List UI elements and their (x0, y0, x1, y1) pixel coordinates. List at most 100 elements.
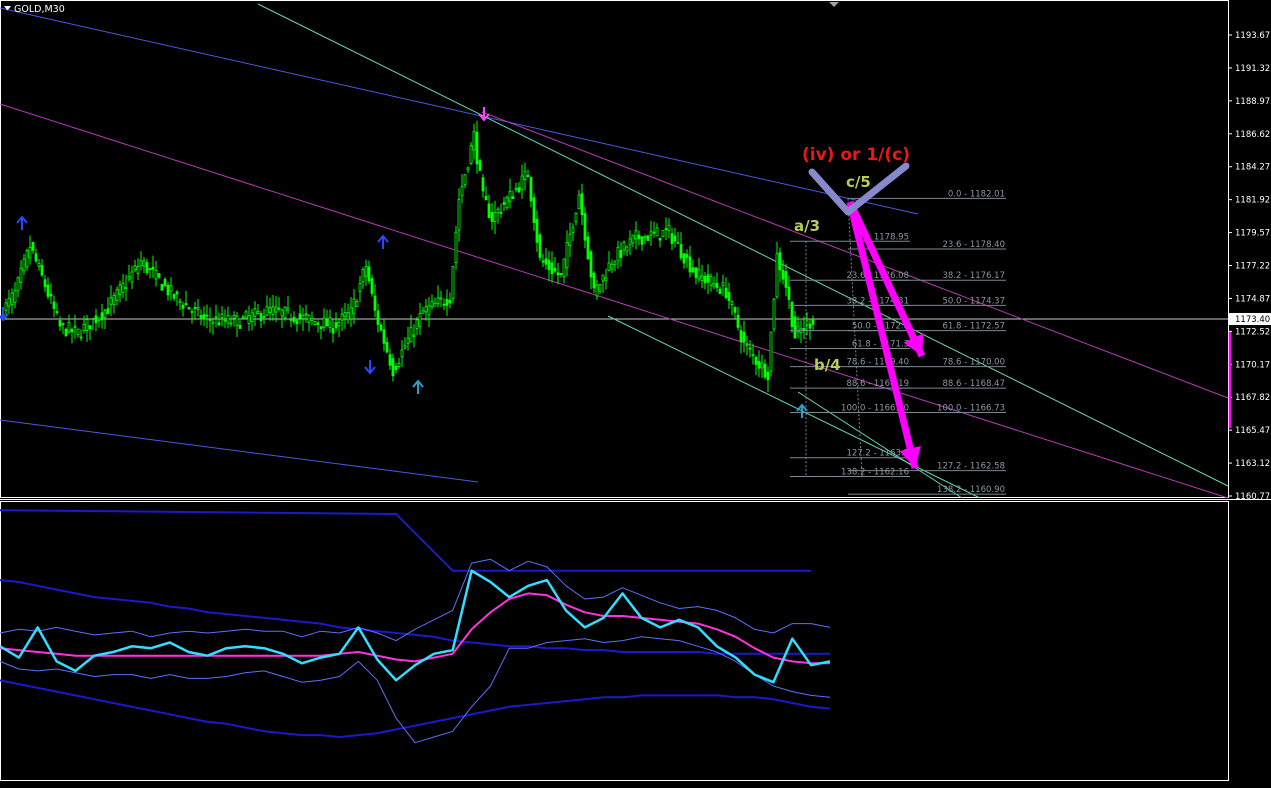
candle-body (250, 312, 254, 322)
candle-body (235, 315, 239, 326)
candle-body (115, 288, 119, 301)
osc-envelope-upper (0, 579, 830, 655)
candle-body (163, 279, 167, 286)
candle-body (496, 208, 500, 213)
candle-body (688, 256, 692, 273)
candle-body (358, 283, 362, 292)
fib-level-label: 88.6 - 1168.19 (846, 379, 909, 389)
fib-level-label: 78.6 - 1169.40 (846, 358, 909, 368)
chart-shift-marker-icon[interactable] (829, 2, 839, 7)
fractal-down-icon (364, 360, 376, 375)
candle-body (28, 246, 32, 259)
candle-body (280, 309, 284, 317)
chart-terminal[interactable]: 0.0 - 1182.01 23.6 - 1178.40 38.2 - 1176.1… (0, 0, 1271, 784)
candle-body (754, 356, 758, 365)
candle-body (628, 238, 632, 246)
candle-body (514, 187, 518, 191)
candle-body (760, 362, 764, 369)
teal-channel-upper[interactable] (257, 3, 1229, 487)
candle-body (394, 365, 398, 371)
candle-body (619, 250, 623, 258)
blue-resistance-line[interactable] (0, 7, 919, 215)
candle-body (4, 302, 8, 311)
candle-body (808, 323, 812, 329)
price-tick-label: 1184.27 (1235, 163, 1270, 173)
candle-body (190, 310, 194, 313)
candle-body (502, 202, 506, 205)
fractal-markers (0, 107, 808, 418)
candle-body (556, 272, 560, 276)
candle-body (499, 212, 503, 214)
candle-body (652, 231, 656, 234)
chart-canvas[interactable]: 0.0 - 1182.01 23.6 - 1178.40 38.2 - 1176.1… (0, 0, 1271, 784)
candle-body (532, 197, 536, 224)
candle-body (346, 312, 350, 321)
candle-body (46, 284, 50, 297)
candle-body (763, 363, 767, 378)
candle-body (379, 324, 383, 331)
candle-body (538, 234, 542, 258)
candle-body (577, 194, 581, 210)
candle-body (187, 306, 191, 310)
wave-label-a3: a/3 (794, 217, 820, 235)
candle-body (166, 284, 170, 296)
candle-body (742, 331, 746, 343)
candle-body (730, 301, 734, 305)
candle-body (433, 302, 437, 307)
candle-body (403, 345, 407, 349)
candle-body (811, 319, 815, 325)
candle-body (232, 315, 236, 319)
candle-body (634, 230, 638, 240)
candle-body (361, 269, 365, 283)
candle-body (487, 203, 491, 218)
candles (1, 120, 815, 393)
candle-body (340, 313, 344, 321)
candle-body (475, 131, 479, 165)
fib-level-label: 50.0 - 1174.37 (942, 296, 1005, 306)
fib-level-label: 100.0 - 1166.73 (937, 403, 1005, 413)
candle-body (586, 236, 590, 260)
candle-body (325, 319, 329, 327)
candle-body (757, 360, 761, 369)
fib-level-label: 23.6 - 1178.40 (942, 240, 1005, 250)
fib-level-label: 127.2 - 1162.58 (937, 462, 1005, 472)
candle-body (553, 267, 557, 272)
candle-body (37, 263, 41, 267)
candle-body (13, 290, 17, 303)
candle-body (64, 328, 68, 337)
price-tick-label: 1193.67 (1235, 31, 1270, 41)
candle-body (490, 212, 494, 222)
candle-body (721, 282, 725, 286)
candle-body (97, 318, 101, 322)
fib-level-label: 138.2 - 1162.16 (841, 468, 909, 478)
candle-body (382, 329, 386, 344)
candle-body (784, 271, 788, 288)
candle-body (409, 326, 413, 343)
candle-body (157, 273, 161, 278)
candle-body (736, 314, 740, 328)
candle-body (148, 268, 152, 271)
wave-label-c5: c/5 (846, 173, 871, 191)
candle-body (691, 267, 695, 273)
candle-body (61, 323, 65, 326)
candle-body (676, 242, 680, 245)
candle-body (385, 341, 389, 353)
candle-body (625, 246, 629, 252)
candle-body (436, 297, 440, 305)
candle-body (223, 319, 227, 322)
candle-body (103, 309, 107, 318)
blue-support-line[interactable] (0, 419, 479, 483)
candle-body (535, 218, 539, 243)
candle-body (55, 311, 59, 314)
candle-body (463, 174, 467, 186)
candle-body (139, 260, 143, 267)
fib-level-label: 88.6 - 1168.47 (942, 379, 1005, 389)
candle-body (472, 131, 476, 151)
candle-body (205, 314, 209, 317)
candle-body (712, 283, 716, 287)
candle-body (202, 314, 206, 319)
price-tick-label: 1186.62 (1235, 130, 1270, 140)
candle-body (589, 251, 593, 278)
candle-body (25, 250, 29, 268)
candle-body (91, 317, 95, 320)
